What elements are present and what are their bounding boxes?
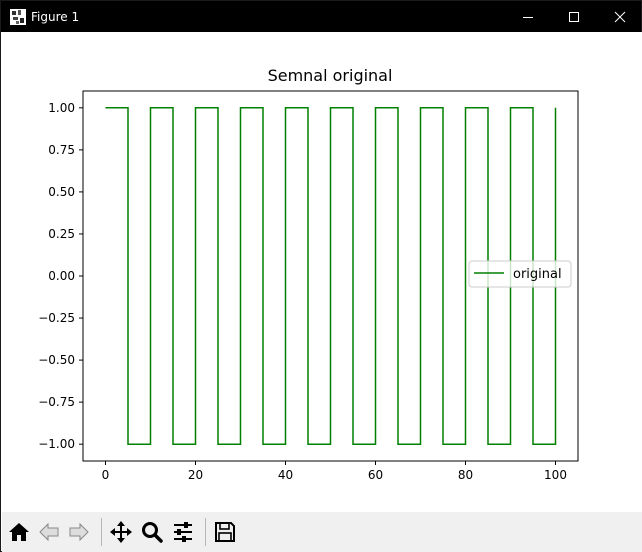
x-tick-label: 100 xyxy=(544,468,567,482)
zoom-icon xyxy=(142,522,163,543)
y-tick-label: −0.50 xyxy=(38,353,75,367)
zoom-button[interactable] xyxy=(138,518,166,546)
toolbar-separator xyxy=(205,518,206,546)
back-button[interactable] xyxy=(35,518,63,546)
y-tick-label: −0.25 xyxy=(38,311,75,325)
plot-area[interactable]: Semnal original 0 20 40 60 80 100 1.00 0.75 0.50… xyxy=(2,32,642,512)
pan-button[interactable] xyxy=(107,518,135,546)
configure-subplots-button[interactable] xyxy=(169,518,197,546)
toolbar-separator xyxy=(101,518,102,546)
x-tick-label: 60 xyxy=(368,468,383,482)
y-tick-label: 0.75 xyxy=(48,143,75,157)
close-icon xyxy=(614,11,626,22)
legend: original xyxy=(468,260,572,288)
legend-label: original xyxy=(513,267,562,282)
x-tick-label: 0 xyxy=(102,468,110,482)
y-tick-label: 0.50 xyxy=(48,185,75,199)
forward-icon xyxy=(69,522,89,542)
matplotlib-app-icon xyxy=(10,9,26,25)
save-icon xyxy=(215,522,235,542)
pan-icon xyxy=(110,521,132,543)
title-bar[interactable]: Figure 1 xyxy=(1,1,641,32)
home-icon xyxy=(9,523,29,541)
figure-canvas[interactable]: Semnal original 0 20 40 60 80 100 1.00 0.75 0.50… xyxy=(2,32,642,512)
navigation-toolbar xyxy=(2,512,642,552)
x-tick-label: 40 xyxy=(278,468,293,482)
minimize-icon xyxy=(523,16,533,18)
y-tick-label: 0.25 xyxy=(48,227,75,241)
minimize-button[interactable] xyxy=(505,1,551,32)
save-button[interactable] xyxy=(211,518,239,546)
close-button[interactable] xyxy=(597,1,642,32)
chart-title: Semnal original xyxy=(268,66,393,85)
figure-window: Figure 1 Semnal original 0 20 40 60 80 100 1.0… xyxy=(0,0,642,552)
x-tick-label: 80 xyxy=(458,468,473,482)
configure-subplots-icon xyxy=(174,522,192,542)
back-icon xyxy=(39,522,59,542)
home-button[interactable] xyxy=(5,518,33,546)
y-tick-label: 1.00 xyxy=(48,101,75,115)
maximize-icon xyxy=(569,11,579,22)
y-tick-label: −1.00 xyxy=(38,437,75,451)
maximize-button[interactable] xyxy=(551,1,597,32)
x-tick-label: 20 xyxy=(188,468,203,482)
y-tick-label: −0.75 xyxy=(38,395,75,409)
y-tick-label: 0.00 xyxy=(48,269,75,283)
window-title: Figure 1 xyxy=(31,10,80,24)
forward-button[interactable] xyxy=(65,518,93,546)
